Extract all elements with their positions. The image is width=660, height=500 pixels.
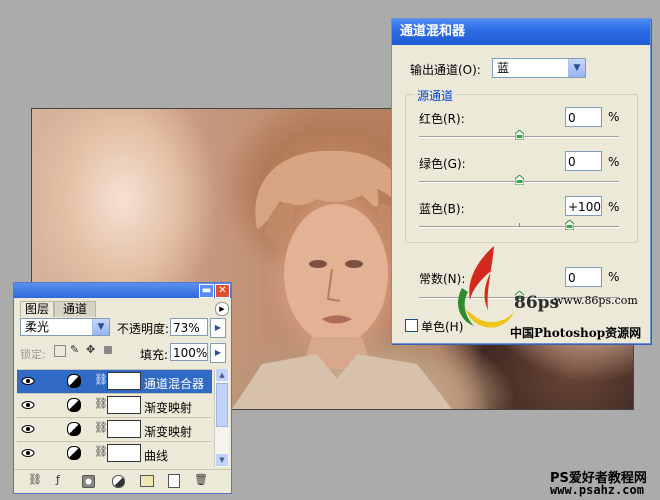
scroll-up-icon[interactable]: ▲ <box>216 369 228 381</box>
layers-scrollbar[interactable]: ▲ ▼ <box>214 369 229 467</box>
layer-row[interactable]: ⛓ 曲线 <box>17 441 212 465</box>
blue-slider-thumb[interactable] <box>565 220 574 230</box>
layer-name: 渐变映射 <box>144 425 193 439</box>
new-layer-icon[interactable] <box>168 474 180 488</box>
fill-input[interactable]: 100% <box>170 343 208 361</box>
dialog-title: 通道混和器 <box>400 24 466 39</box>
layer-row[interactable]: ⛓ 渐变映射 <box>17 393 212 417</box>
eye-icon[interactable] <box>21 400 35 410</box>
eye-icon[interactable] <box>21 376 35 386</box>
green-percent-unit: % <box>608 155 620 169</box>
dialog-titlebar: 通道混和器 <box>392 19 650 45</box>
new-adjustment-icon[interactable] <box>112 475 125 488</box>
layer-mask-thumbnail <box>107 420 141 438</box>
monochrome-checkbox[interactable] <box>405 319 418 332</box>
panel-menu-icon[interactable]: ▶ <box>215 302 229 316</box>
lock-move-icon[interactable]: ✥ <box>86 343 95 356</box>
chevron-down-icon[interactable]: ▼ <box>568 59 585 77</box>
lock-label: 锁定: <box>20 348 46 361</box>
layers-toolbar: ⛓ ƒ 🗑 <box>14 469 231 492</box>
86ps-site-name: 中国Photoshop资源网 <box>510 326 642 340</box>
constant-percent-unit: % <box>608 270 620 284</box>
green-slider-thumb[interactable] <box>515 175 524 185</box>
adjustment-icon <box>67 446 81 460</box>
chevron-down-icon[interactable]: ▼ <box>92 319 109 335</box>
eye-icon[interactable] <box>21 424 35 434</box>
close-icon[interactable]: ✕ <box>215 284 230 298</box>
blue-channel-input[interactable]: +100 <box>565 196 602 216</box>
layer-mask-thumbnail <box>107 444 141 462</box>
layer-mask-thumbnail <box>107 396 141 414</box>
red-slider-thumb[interactable] <box>515 130 524 140</box>
layer-name: 渐变映射 <box>144 401 193 415</box>
red-percent-unit: % <box>608 110 620 124</box>
layer-row[interactable]: ⛓ 通道混合器 <box>17 369 212 393</box>
delete-layer-icon[interactable]: 🗑 <box>194 473 208 486</box>
layer-row[interactable]: ⛓ 渐变映射 <box>17 417 212 441</box>
blue-slider-center-tick <box>519 223 520 227</box>
lock-transparency-icon[interactable] <box>54 345 66 357</box>
blend-mode-value: 柔光 <box>25 320 50 334</box>
layer-mask-thumbnail <box>107 372 141 390</box>
minimize-icon[interactable]: ▬ <box>199 284 214 298</box>
green-channel-input[interactable]: 0 <box>565 151 602 171</box>
adjustment-icon <box>67 398 81 412</box>
link-icon: ⛓ <box>94 397 108 410</box>
add-mask-icon[interactable] <box>82 475 95 488</box>
fill-label: 填充: <box>140 348 169 362</box>
86ps-logo-text: 86ps <box>514 293 560 313</box>
tab-channels[interactable]: 通道 <box>54 301 96 317</box>
output-channel-label: 输出通道(O): <box>410 63 481 77</box>
tab-layers[interactable]: 图层 <box>20 301 54 317</box>
blend-mode-select[interactable]: 柔光 ▼ <box>20 318 110 336</box>
opacity-label: 不透明度: <box>117 322 170 336</box>
fill-arrow-icon[interactable]: ▶ <box>210 343 226 363</box>
output-channel-select[interactable]: 蓝 ▼ <box>492 58 586 78</box>
link-layers-icon[interactable]: ⛓ <box>28 473 42 486</box>
source-channels-label: 源通道 <box>414 87 457 104</box>
scroll-down-icon[interactable]: ▼ <box>216 454 228 466</box>
green-channel-label: 绿色(G): <box>419 157 466 171</box>
blue-channel-label: 蓝色(B): <box>419 202 465 216</box>
link-icon: ⛓ <box>94 421 108 434</box>
lock-all-icon[interactable] <box>104 346 112 354</box>
lock-brush-icon[interactable]: ✎ <box>70 343 79 356</box>
eye-icon[interactable] <box>21 448 35 458</box>
blue-percent-unit: % <box>608 200 620 214</box>
layer-style-icon[interactable]: ƒ <box>56 473 60 486</box>
layer-name: 曲线 <box>144 449 169 463</box>
scroll-thumb[interactable] <box>216 383 228 427</box>
red-channel-label: 红色(R): <box>419 112 465 126</box>
opacity-input[interactable]: 73% <box>170 318 208 336</box>
adjustment-icon <box>67 374 81 388</box>
opacity-arrow-icon[interactable]: ▶ <box>210 318 226 338</box>
link-icon: ⛓ <box>94 373 108 386</box>
constant-input[interactable]: 0 <box>565 267 602 287</box>
red-channel-input[interactable]: 0 <box>565 107 602 127</box>
86ps-site-url: www.86ps.com <box>554 294 638 307</box>
layer-name: 通道混合器 <box>144 377 205 391</box>
layers-panel: ▬ ✕ 图层 通道 ▶ 柔光 ▼ 不透明度: 73% ▶ 锁定: ✎ ✥ 填充:… <box>13 282 232 494</box>
footer-site-url: www.psahz.com <box>550 483 644 497</box>
adjustment-icon <box>67 422 81 436</box>
output-channel-value: 蓝 <box>497 61 510 75</box>
new-group-icon[interactable] <box>140 475 154 487</box>
link-icon: ⛓ <box>94 445 108 458</box>
